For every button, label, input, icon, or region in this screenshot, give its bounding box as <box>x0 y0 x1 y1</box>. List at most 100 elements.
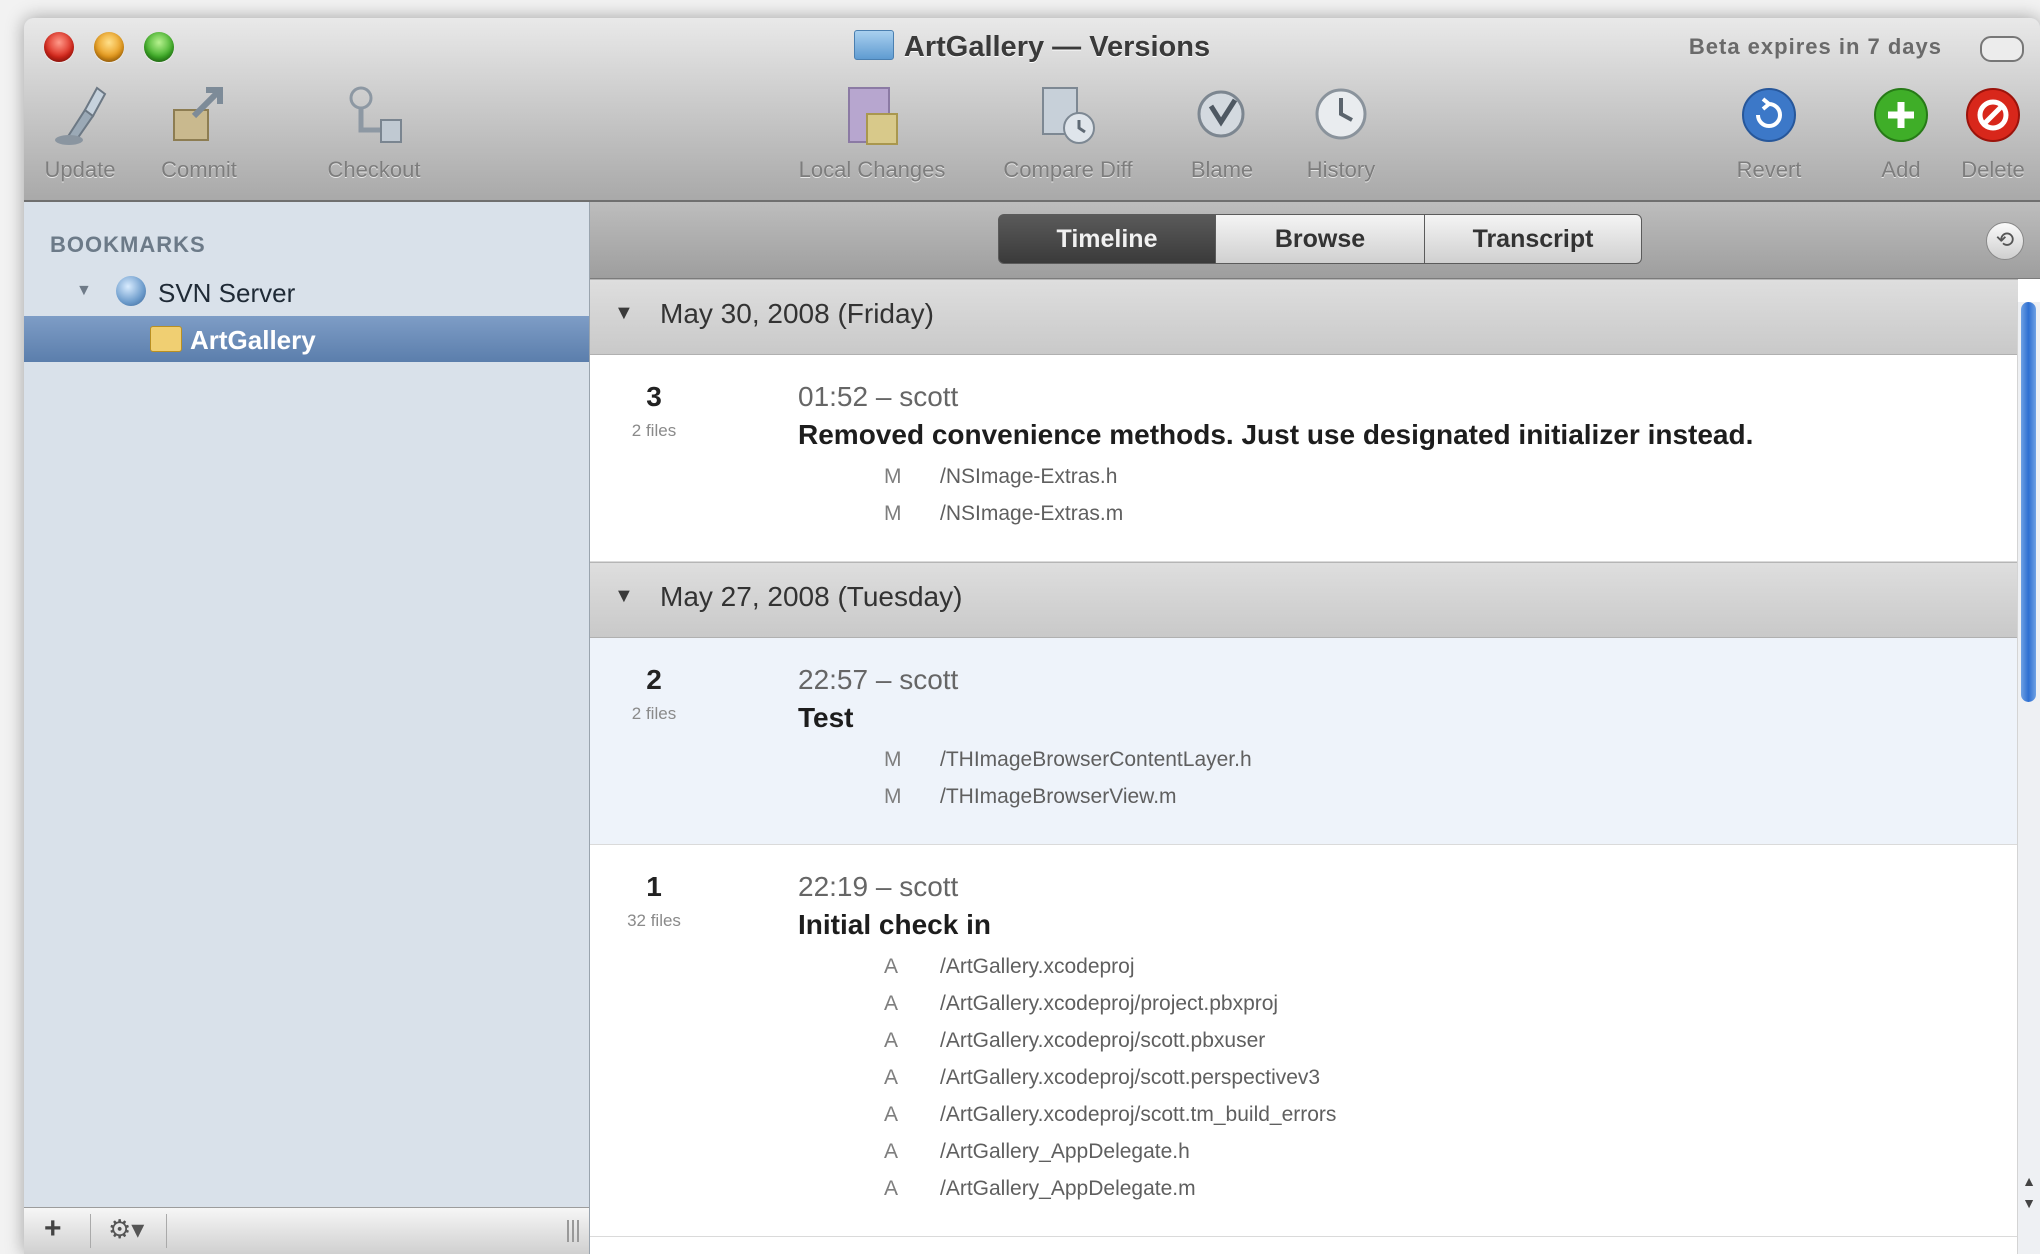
disclosure-triangle-icon[interactable]: ▼ <box>614 585 634 608</box>
file-path: /ArtGallery_AppDelegate.m <box>940 1177 1196 1200</box>
tab-transcript[interactable]: Transcript <box>1424 214 1642 264</box>
revision-number: 1 <box>646 871 662 902</box>
commit-entry[interactable]: 1 32 files 22:19 – scott Initial check in A /… <box>590 845 2018 1237</box>
change-status: M <box>884 502 902 525</box>
revert-icon <box>1742 88 1796 142</box>
change-status: A <box>884 955 899 978</box>
compare-diff-button[interactable]: Compare Diff <box>978 80 1158 183</box>
refresh-icon[interactable]: ⟲ <box>1986 222 2024 260</box>
file-path: /ArtGallery.xcodeproj <box>940 955 1135 978</box>
date-label: May 27, 2008 (Tuesday) <box>660 581 963 612</box>
resize-grip-icon[interactable] <box>567 1220 581 1242</box>
file-path: /ArtGallery_AppDelegate.h <box>940 1140 1190 1163</box>
commit-entry[interactable]: 3 2 files 01:52 – scott Removed convenience… <box>590 355 2018 562</box>
commit-entry[interactable]: 2 2 files 22:57 – scott Test M/THImageBrowse… <box>590 638 2018 845</box>
disclosure-triangle-icon[interactable]: ▼ <box>76 282 92 300</box>
sidebar: BOOKMARKS ▼ SVN Server ArtGallery + ⚙▾ <box>24 202 590 1254</box>
file-path: /ArtGallery.xcodeproj/project.pbxproj <box>940 992 1279 1015</box>
change-status: A <box>884 1140 899 1163</box>
file-count: 2 files <box>631 704 677 723</box>
add-button[interactable]: Add <box>1856 80 1946 183</box>
history-label: History <box>1306 157 1376 182</box>
checkout-button[interactable]: Checkout <box>304 80 444 183</box>
compare-diff-icon <box>1042 87 1095 144</box>
update-button[interactable]: Update <box>30 80 130 183</box>
repository-label: ArtGallery <box>190 325 316 355</box>
file-path: /ArtGallery.xcodeproj/scott.perspectivev… <box>940 1066 1321 1089</box>
commit-label: Commit <box>161 157 237 182</box>
revert-button[interactable]: Revert <box>1714 80 1824 183</box>
commit-message: Test <box>798 702 854 733</box>
gear-menu-button[interactable]: ⚙▾ <box>108 1214 144 1245</box>
commit-message: Initial check in <box>798 909 991 940</box>
revert-label: Revert <box>1736 157 1802 182</box>
timeline-list: ▼ May 30, 2008 (Friday) 3 2 files 01:52 – sc… <box>590 279 2018 1237</box>
delete-button[interactable]: Delete <box>1948 80 2038 183</box>
scroll-arrows[interactable]: ▲ ▼ <box>2020 1170 2038 1214</box>
add-bookmark-button[interactable]: + <box>44 1212 62 1246</box>
local-changes-icon <box>848 87 898 145</box>
compare-diff-label: Compare Diff <box>1003 157 1133 182</box>
blame-label: Blame <box>1190 157 1254 182</box>
server-globe-icon <box>116 276 146 306</box>
file-path: /THImageBrowserView.m <box>940 785 1177 808</box>
folder-icon <box>150 326 182 352</box>
change-status: M <box>884 785 902 808</box>
checkout-label: Checkout <box>327 157 421 182</box>
vertical-scrollbar[interactable]: ▲ ▼ <box>2017 302 2040 1254</box>
sidebar-footer: + ⚙▾ <box>24 1207 589 1254</box>
commit-time-author: 22:57 – scott <box>798 664 959 695</box>
commit-time-author: 01:52 – scott <box>798 381 959 412</box>
change-status: A <box>884 992 899 1015</box>
update-label: Update <box>44 157 116 182</box>
add-label: Add <box>1881 157 1921 182</box>
toolbar: ArtGallery — Versions Beta expires in 7 … <box>24 18 2040 202</box>
change-status: A <box>884 1103 899 1126</box>
file-path: /NSImage-Extras.h <box>940 465 1118 488</box>
blame-icon <box>1197 90 1245 138</box>
main-content: Timeline Browse Transcript ⟲ ▼ May 30, 20… <box>590 202 2040 1254</box>
file-count: 32 files <box>627 911 681 930</box>
delete-label: Delete <box>1961 157 2025 182</box>
history-icon <box>1315 88 1367 140</box>
change-status: A <box>884 1177 899 1200</box>
revision-number: 3 <box>646 381 662 412</box>
history-button[interactable]: History <box>1286 80 1396 183</box>
date-group-header[interactable]: ▼ May 27, 2008 (Tuesday) <box>590 562 2018 638</box>
app-window: ArtGallery — Versions Beta expires in 7 … <box>24 18 2040 1254</box>
sidebar-item-artgallery[interactable]: ArtGallery <box>24 316 589 362</box>
change-status: M <box>884 465 902 488</box>
file-path: /THImageBrowserContentLayer.h <box>940 748 1252 771</box>
footer-divider <box>166 1214 167 1248</box>
file-path: /ArtGallery.xcodeproj/scott.pbxuser <box>940 1029 1266 1052</box>
tab-timeline[interactable]: Timeline <box>998 214 1216 264</box>
local-changes-label: Local Changes <box>798 157 946 182</box>
commit-icon <box>173 87 223 141</box>
disclosure-triangle-icon[interactable]: ▼ <box>614 302 634 325</box>
date-label: May 30, 2008 (Friday) <box>660 298 934 329</box>
bookmarks-heading: BOOKMARKS <box>50 232 206 257</box>
footer-divider <box>90 1214 91 1248</box>
checkout-icon <box>349 86 402 143</box>
folder-icon <box>853 30 894 60</box>
toolbar-toggle-button[interactable] <box>1980 36 2024 62</box>
delete-icon <box>1966 88 2020 142</box>
commit-message: Removed convenience methods. Just use de… <box>798 419 1754 450</box>
beta-notice: Beta expires in 7 days <box>1688 34 1942 59</box>
tab-browse[interactable]: Browse <box>1215 214 1425 264</box>
change-status: M <box>884 748 902 771</box>
local-changes-button[interactable]: Local Changes <box>782 80 962 183</box>
update-icon <box>55 86 107 145</box>
commit-time-author: 22:19 – scott <box>798 871 959 902</box>
revision-number: 2 <box>646 664 662 695</box>
scrollbar-thumb[interactable] <box>2021 302 2036 702</box>
blame-button[interactable]: Blame <box>1172 80 1272 183</box>
file-path: /ArtGallery.xcodeproj/scott.tm_build_err… <box>940 1103 1337 1126</box>
sidebar-item-svn-server[interactable]: ▼ SVN Server <box>24 272 589 312</box>
commit-button[interactable]: Commit <box>144 80 254 183</box>
change-status: A <box>884 1029 899 1052</box>
add-icon <box>1874 88 1928 142</box>
server-label: SVN Server <box>158 278 296 308</box>
file-count: 2 files <box>631 421 677 440</box>
date-group-header[interactable]: ▼ May 30, 2008 (Friday) <box>590 279 2018 355</box>
